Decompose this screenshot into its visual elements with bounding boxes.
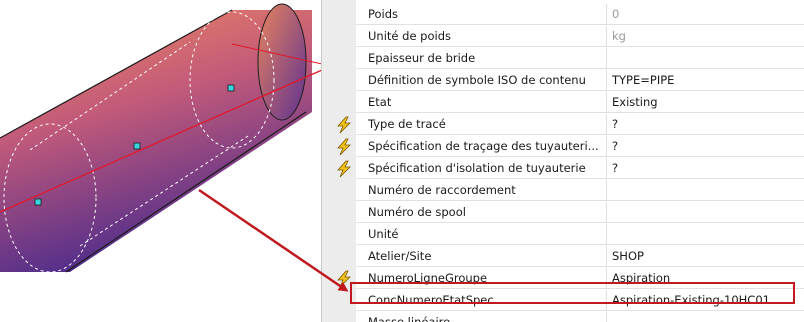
property-name: Numéro de spool [356,202,607,223]
property-row[interactable]: Atelier/Site SHOP [322,246,804,268]
lightning-bolt-icon [337,160,351,178]
grip-point[interactable] [133,142,141,150]
property-row[interactable]: Définition de symbole ISO de contenu TYPE… [322,70,804,92]
property-name: Unité de poids [356,26,607,47]
property-value[interactable] [607,202,804,223]
property-name: Etat [356,92,607,113]
property-name: ConcNumeroEtatSpec [356,290,607,311]
property-row[interactable]: Masse linéaire [322,312,804,322]
property-name: Epaisseur de bride [356,48,607,69]
3d-viewport[interactable] [0,0,322,322]
lightning-bolt-icon [337,138,351,156]
property-value[interactable]: ? [607,136,804,157]
properties-panel: Poids 0 Unité de poids kg Epaisseur de bride… [322,0,804,322]
lightning-bolt-icon [337,116,351,134]
property-name: Numéro de raccordement [356,180,607,201]
property-row[interactable]: Numéro de raccordement [322,180,804,202]
property-row[interactable]: Epaisseur de bride [322,48,804,70]
property-value[interactable] [607,312,804,322]
property-name: Unité [356,224,607,245]
property-value[interactable]: ? [607,158,804,179]
property-name: Spécification d'isolation de tuyauterie [356,158,607,179]
property-value[interactable]: 0 [607,4,804,25]
property-value[interactable]: Existing [607,92,804,113]
property-value[interactable]: SHOP [607,246,804,267]
property-row[interactable]: Unité de poids kg [322,26,804,48]
grip-point[interactable] [227,84,235,92]
property-name: Poids [356,4,607,25]
pipe-drawing [0,0,322,273]
property-value[interactable] [607,48,804,69]
property-row[interactable]: ConcNumeroEtatSpec Aspiration-Existing-10… [322,290,804,312]
property-value[interactable]: Aspiration [607,268,804,289]
property-name: Spécification de traçage des tuyauteri..… [356,136,607,157]
property-name: Atelier/Site [356,246,607,267]
property-name: Définition de symbole ISO de contenu [356,70,607,91]
property-value[interactable] [607,180,804,201]
property-value[interactable]: TYPE=PIPE [607,70,804,91]
property-row[interactable]: Etat Existing [322,92,804,114]
property-value[interactable]: Aspiration-Existing-10HC01 [607,290,804,311]
property-value[interactable]: kg [607,26,804,47]
property-value[interactable] [607,224,804,245]
property-row[interactable]: NumeroLigneGroupe Aspiration [322,268,804,290]
property-name: NumeroLigneGroupe [356,268,607,289]
pipe-end-cap [257,3,307,121]
property-row[interactable]: Type de tracé? [322,114,804,136]
property-row[interactable]: Unité [322,224,804,246]
lightning-bolt-icon [337,270,351,288]
property-row[interactable]: Poids 0 [322,4,804,26]
property-value[interactable]: ? [607,114,804,135]
property-name: Masse linéaire [356,312,607,322]
property-row[interactable]: Spécification de traçage des tuyauteri..… [322,136,804,158]
property-row[interactable]: Numéro de spool [322,202,804,224]
property-row[interactable]: Spécification d'isolation de tuyauterie? [322,158,804,180]
grip-point[interactable] [34,198,42,206]
property-name: Type de tracé [356,114,607,135]
